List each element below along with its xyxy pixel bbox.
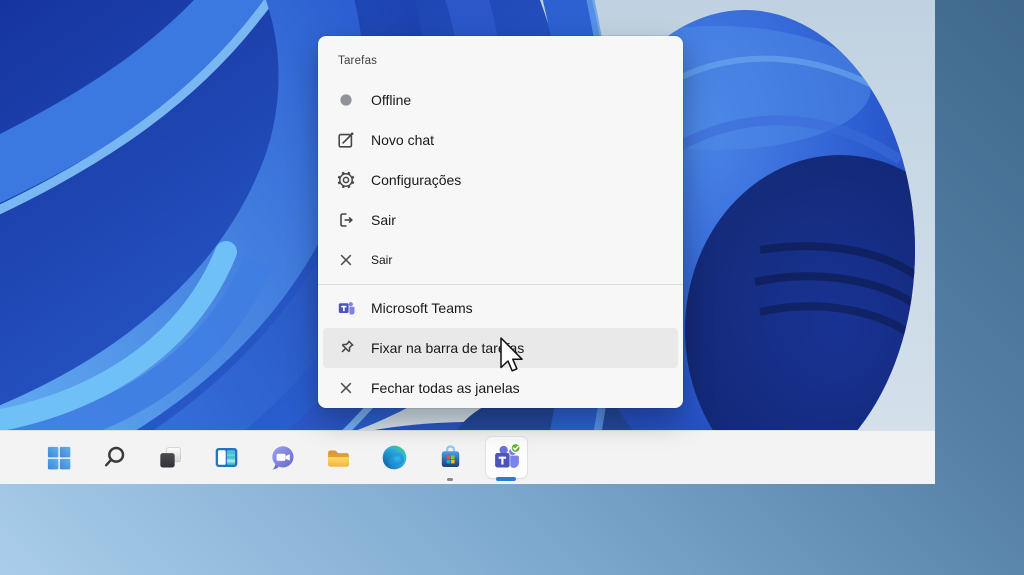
active-app-highlight [486,437,527,478]
taskbar-start-button[interactable] [30,433,86,483]
windows-start-icon [45,444,72,471]
taskbar [0,430,935,484]
taskbar-task-view-button[interactable] [142,433,198,483]
sign-out-icon [336,210,356,230]
chat-icon [269,444,296,471]
menu-section-header: Tarefas [318,36,683,80]
menu-item-offline[interactable]: Offline [318,80,683,120]
menu-item-settings[interactable]: Configurações [318,160,683,200]
mouse-cursor [500,337,524,373]
widgets-icon [213,444,240,471]
new-chat-icon [336,130,356,150]
microsoft-store-icon [437,444,464,471]
menu-item-app-microsoft-teams[interactable]: Microsoft Teams [318,288,683,328]
taskbar-edge-button[interactable] [366,433,422,483]
menu-item-sign-out[interactable]: Sair [318,200,683,240]
taskbar-store-button[interactable] [422,433,478,483]
menu-item-label: Sair [371,253,392,267]
taskbar-widgets-button[interactable] [198,433,254,483]
presence-offline-icon [336,90,356,110]
menu-item-label: Microsoft Teams [371,300,473,316]
menu-item-label: Sair [371,212,396,228]
menu-separator [318,280,683,288]
settings-gear-icon [336,170,356,190]
menu-item-exit[interactable]: Sair [318,240,683,280]
search-icon [101,444,128,471]
teams-icon [492,443,521,472]
edge-icon [381,444,408,471]
taskbar-search-button[interactable] [86,433,142,483]
taskbar-teams-button[interactable] [478,433,534,483]
teams-logo-icon [336,298,356,318]
menu-item-label: Novo chat [371,132,434,148]
taskbar-file-explorer-button[interactable] [310,433,366,483]
close-x-icon [336,378,356,398]
menu-item-label: Configurações [371,172,461,188]
close-x-icon [336,250,356,270]
file-explorer-icon [325,444,352,471]
running-indicator [447,478,453,481]
menu-item-new-chat[interactable]: Novo chat [318,120,683,160]
active-window-indicator [496,477,516,481]
menu-item-label: Offline [371,92,411,108]
menu-item-close-all-windows[interactable]: Fechar todas as janelas [318,368,683,408]
screen: { "menu": { "header": "Tarefas", "items"… [0,0,1024,575]
pin-icon [336,338,356,358]
task-view-icon [157,444,184,471]
desktop: Tarefas Offline Novo chat [0,0,935,484]
menu-item-label: Fechar todas as janelas [371,380,520,396]
taskbar-chat-button[interactable] [254,433,310,483]
